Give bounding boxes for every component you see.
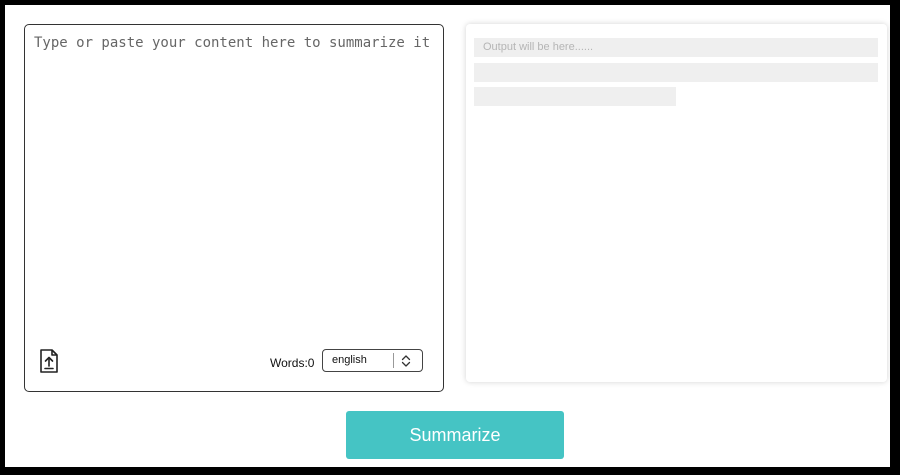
up-down-chevron-icon (401, 355, 411, 367)
content-input[interactable] (34, 35, 434, 335)
language-select-divider (393, 353, 394, 368)
summarizer-widget: Words:0 english Output will be here.....… (5, 5, 890, 467)
word-count: Words:0 (270, 356, 315, 370)
output-skeleton-line (474, 87, 676, 106)
upload-file-button[interactable] (38, 348, 60, 374)
language-select-value: english (332, 354, 367, 366)
output-placeholder: Output will be here...... (483, 41, 594, 53)
file-upload-icon (40, 349, 58, 373)
output-skeleton-line: Output will be here...... (474, 38, 878, 57)
input-panel: Words:0 english (24, 24, 444, 392)
language-select[interactable]: english (322, 349, 423, 372)
output-skeleton-line (474, 63, 878, 82)
output-panel: Output will be here...... (466, 24, 887, 382)
summarize-button[interactable]: Summarize (346, 411, 564, 459)
